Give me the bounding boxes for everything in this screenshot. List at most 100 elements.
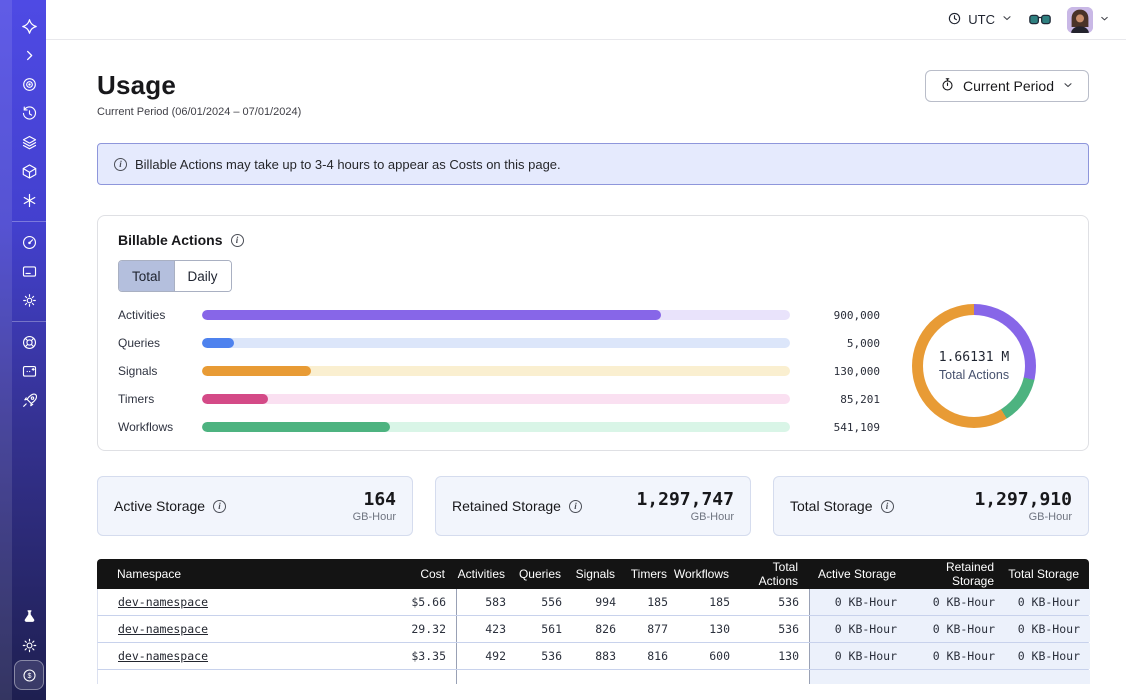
- layers-icon[interactable]: [14, 128, 44, 157]
- sidebar-expand-chevron-icon[interactable]: [14, 41, 44, 70]
- namespaces-icon[interactable]: [14, 70, 44, 99]
- donut-total-label: Total Actions: [939, 368, 1009, 382]
- history-clock-icon[interactable]: [14, 99, 44, 128]
- sidebar-nav: $: [0, 0, 46, 700]
- col-total-actions: Total Actions: [739, 559, 808, 589]
- info-icon[interactable]: [213, 500, 226, 513]
- table-row: dev-namespace $3.35 492 536 883 816 600 …: [97, 643, 1089, 670]
- clock-icon: [947, 11, 962, 29]
- sunglasses-icon[interactable]: [1029, 13, 1051, 27]
- donut-ring: 1.66131 M Total Actions: [912, 304, 1036, 428]
- storage-card-value: 1,297,747: [636, 490, 734, 510]
- cube-icon[interactable]: [14, 157, 44, 186]
- sidebar-rail: [0, 0, 12, 700]
- cell-active-storage: 0 KB-Hour: [809, 589, 907, 615]
- bar-label: Activities: [118, 308, 186, 322]
- rocket-icon[interactable]: [14, 386, 44, 415]
- total-actions-donut: 1.66131 M Total Actions: [880, 304, 1068, 428]
- cell-total-actions: 536: [740, 616, 809, 642]
- storage-card-unit: GB-Hour: [974, 511, 1072, 523]
- tab-daily[interactable]: Daily: [174, 261, 231, 291]
- timezone-label: UTC: [968, 12, 995, 27]
- asterisk-icon[interactable]: [14, 186, 44, 215]
- cell-timers: 185: [626, 589, 678, 615]
- col-active-storage: Active Storage: [808, 559, 906, 589]
- namespace-link[interactable]: dev-namespace: [118, 595, 208, 609]
- billable-actions-card: Billable Actions Total Daily Activities …: [97, 215, 1089, 451]
- table-header-row: Namespace Cost Activities Queries Signal…: [97, 559, 1089, 589]
- cell-retained-storage: 0 KB-Hour: [907, 643, 1005, 669]
- gauge-icon[interactable]: [14, 228, 44, 257]
- card-icon[interactable]: [14, 257, 44, 286]
- bar-label: Workflows: [118, 420, 186, 434]
- cell-total-storage: 0 KB-Hour: [1005, 589, 1090, 615]
- cell-workflows: 600: [678, 643, 740, 669]
- storage-card-unit: GB-Hour: [353, 511, 396, 523]
- cell-active-storage: 0 KB-Hour: [809, 616, 907, 642]
- screen-plus-icon[interactable]: [14, 357, 44, 386]
- bar-track: [202, 422, 790, 432]
- col-signals: Signals: [571, 559, 625, 589]
- bar-value: 85,201: [806, 393, 880, 406]
- namespace-link[interactable]: dev-namespace: [118, 649, 208, 663]
- bar-signals: Signals 130,000: [118, 364, 880, 378]
- bar-track: [202, 310, 790, 320]
- info-banner: Billable Actions may take up to 3-4 hour…: [97, 143, 1089, 185]
- sun-icon[interactable]: [14, 631, 44, 660]
- cell-total-storage: 0 KB-Hour: [1005, 643, 1090, 669]
- lifebuoy-icon[interactable]: [14, 328, 44, 357]
- cell-retained-storage: 0 KB-Hour: [907, 589, 1005, 615]
- total-storage-card: Total Storage 1,297,910 GB-Hour: [773, 476, 1089, 536]
- cell-total-actions: 130: [740, 643, 809, 669]
- cell-workflows: 185: [678, 589, 740, 615]
- cell-signals: 826: [572, 616, 626, 642]
- bar-fill: [202, 310, 661, 320]
- tab-total[interactable]: Total: [119, 261, 174, 291]
- cell-retained-storage: 0 KB-Hour: [907, 616, 1005, 642]
- col-timers: Timers: [625, 559, 677, 589]
- cell-activities: 423: [456, 616, 516, 642]
- info-icon[interactable]: [569, 500, 582, 513]
- stopwatch-icon: [940, 77, 955, 95]
- billable-actions-title: Billable Actions: [118, 232, 223, 248]
- info-icon[interactable]: [881, 500, 894, 513]
- table-row: dev-namespace 29.32 423 561 826 877 130 …: [97, 616, 1089, 643]
- bar-track: [202, 394, 790, 404]
- bar-timers: Timers 85,201: [118, 392, 880, 406]
- active-storage-card: Active Storage 164 GB-Hour: [97, 476, 413, 536]
- bar-activities: Activities 900,000: [118, 308, 880, 322]
- chevron-down-icon: [1001, 12, 1013, 27]
- bar-fill: [202, 366, 311, 376]
- sidebar-divider: [12, 321, 46, 322]
- col-workflows: Workflows: [677, 559, 739, 589]
- col-retained-storage: Retained Storage: [906, 559, 1004, 589]
- gear-icon[interactable]: [14, 286, 44, 315]
- flask-icon[interactable]: [14, 602, 44, 631]
- col-cost: Cost: [365, 559, 455, 589]
- cell-cost: 29.32: [366, 616, 456, 642]
- col-namespace: Namespace: [97, 559, 365, 589]
- cell-queries: 536: [516, 643, 572, 669]
- chevron-down-icon: [1099, 11, 1110, 29]
- bar-track: [202, 366, 790, 376]
- col-total-storage: Total Storage: [1004, 559, 1089, 589]
- cell-queries: 561: [516, 616, 572, 642]
- billable-actions-bar-chart: Activities 900,000 Queries 5,000 Signals…: [118, 298, 880, 434]
- info-icon: [114, 158, 127, 171]
- usage-dollar-icon[interactable]: $: [14, 660, 44, 690]
- cell-workflows: 130: [678, 616, 740, 642]
- avatar: [1067, 7, 1093, 33]
- temporal-logo-icon[interactable]: [14, 12, 44, 41]
- namespace-link[interactable]: dev-namespace: [118, 622, 208, 636]
- cell-total-storage: 0 KB-Hour: [1005, 616, 1090, 642]
- namespace-usage-table: Namespace Cost Activities Queries Signal…: [97, 559, 1089, 684]
- user-menu[interactable]: [1067, 7, 1110, 33]
- timezone-selector[interactable]: UTC: [947, 11, 1013, 29]
- cell-activities: 492: [456, 643, 516, 669]
- bar-fill: [202, 394, 268, 404]
- cell-cost: $3.35: [366, 643, 456, 669]
- cell-activities: 583: [456, 589, 516, 615]
- period-selector-button[interactable]: Current Period: [925, 70, 1089, 102]
- info-icon[interactable]: [231, 234, 244, 247]
- bar-label: Timers: [118, 392, 186, 406]
